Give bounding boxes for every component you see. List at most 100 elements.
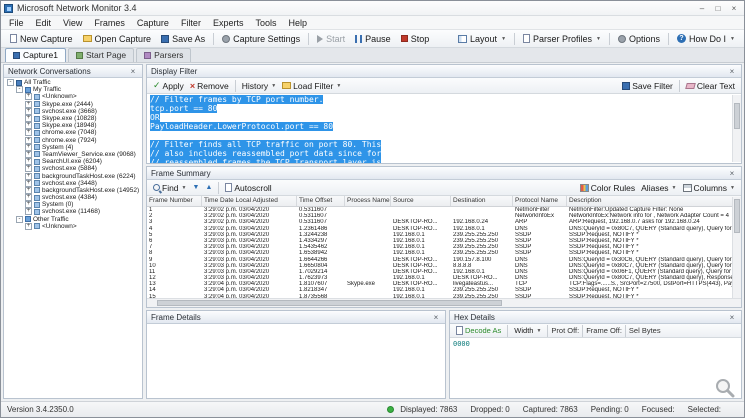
remove-filter-button[interactable]: ×Remove bbox=[187, 81, 232, 91]
expand-icon[interactable]: + bbox=[25, 93, 32, 100]
expand-icon[interactable]: + bbox=[25, 201, 32, 208]
tree-item[interactable]: +svchost.exe (4384) bbox=[4, 194, 142, 201]
expand-icon[interactable]: + bbox=[25, 129, 32, 136]
find-prev-button[interactable]: ▲ bbox=[202, 184, 215, 191]
column-header[interactable]: Protocol Name bbox=[513, 196, 567, 206]
tree-item[interactable]: +svchost.exe (5884) bbox=[4, 165, 142, 172]
find-next-button[interactable]: ▼ bbox=[190, 184, 203, 191]
tree-item[interactable]: +Skype.exe (2444) bbox=[4, 101, 142, 108]
scrollbar-thumb[interactable] bbox=[734, 103, 740, 129]
layout-button[interactable]: Layout▼ bbox=[453, 32, 511, 46]
menu-item-help[interactable]: Help bbox=[282, 17, 313, 29]
pause-button[interactable]: Pause bbox=[350, 32, 396, 46]
menu-item-experts[interactable]: Experts bbox=[207, 17, 250, 29]
column-header[interactable]: Time Date Local Adjusted bbox=[202, 196, 297, 206]
column-header[interactable]: Frame Number bbox=[147, 196, 202, 206]
color-rules-button[interactable]: Color Rules bbox=[577, 183, 638, 193]
parser-profiles-button[interactable]: Parser Profiles▼ bbox=[518, 32, 606, 46]
tree-item[interactable]: +backgroundTaskHost.exe (14952) bbox=[4, 187, 142, 194]
tree-item[interactable]: +svchost.exe (11468) bbox=[4, 208, 142, 215]
expand-icon[interactable]: + bbox=[25, 137, 32, 144]
frame-details-body[interactable] bbox=[147, 324, 445, 398]
tree-item[interactable]: +<Unknown> bbox=[4, 93, 142, 100]
tree-item[interactable]: -Other Traffic bbox=[4, 216, 142, 223]
width-button[interactable]: Width▼ bbox=[511, 326, 544, 335]
tab-capture1[interactable]: Capture1 bbox=[5, 48, 66, 62]
collapse-icon[interactable]: - bbox=[7, 79, 14, 86]
autoscroll-button[interactable]: Autoscroll bbox=[222, 183, 274, 193]
collapse-icon[interactable]: - bbox=[16, 86, 23, 93]
tab-start-page[interactable]: Start Page bbox=[68, 48, 134, 62]
tree-item[interactable]: +backgroundTaskHost.exe (6224) bbox=[4, 172, 142, 179]
expand-icon[interactable]: + bbox=[25, 122, 32, 129]
column-header[interactable]: Description bbox=[567, 196, 741, 206]
how-do-i-button[interactable]: ?How Do I▼ bbox=[672, 32, 740, 46]
hex-details-body[interactable]: 0000 bbox=[450, 338, 741, 398]
menu-item-tools[interactable]: Tools bbox=[249, 17, 282, 29]
decode-as-button[interactable]: Decode As bbox=[453, 326, 504, 335]
tree-item[interactable]: +System (0) bbox=[4, 201, 142, 208]
aliases-button[interactable]: Aliases▼ bbox=[638, 183, 679, 193]
tree-item[interactable]: +TeamViewer_Service.exe (9068) bbox=[4, 151, 142, 158]
menu-item-capture[interactable]: Capture bbox=[131, 17, 175, 29]
collapse-icon[interactable]: - bbox=[16, 216, 23, 223]
column-header[interactable]: Destination bbox=[451, 196, 513, 206]
column-header[interactable]: Time Offset bbox=[297, 196, 345, 206]
menu-item-frames[interactable]: Frames bbox=[88, 17, 131, 29]
menu-item-edit[interactable]: Edit bbox=[30, 17, 58, 29]
tree-item[interactable]: -My Traffic bbox=[4, 86, 142, 93]
start-button[interactable]: Start bbox=[312, 32, 350, 46]
columns-button[interactable]: Columns▼ bbox=[680, 183, 739, 193]
save-filter-button[interactable]: Save Filter bbox=[619, 81, 676, 91]
close-icon[interactable]: × bbox=[128, 67, 138, 76]
options-button[interactable]: Options bbox=[613, 32, 665, 46]
menu-item-file[interactable]: File bbox=[3, 17, 30, 29]
close-icon[interactable]: × bbox=[727, 169, 737, 178]
clear-text-button[interactable]: Clear Text bbox=[683, 81, 738, 91]
frame-vscrollbar[interactable] bbox=[732, 197, 741, 298]
maximize-button[interactable]: □ bbox=[711, 3, 725, 14]
tree-item[interactable]: +Skype.exe (10828) bbox=[4, 115, 142, 122]
tree-item[interactable]: -All Traffic bbox=[4, 79, 142, 86]
column-header[interactable]: Process Name bbox=[345, 196, 391, 206]
close-icon[interactable]: × bbox=[431, 313, 441, 322]
history-button[interactable]: History▼ bbox=[239, 81, 279, 91]
tree-item[interactable]: +<Unknown> bbox=[4, 223, 142, 230]
open-capture-button[interactable]: Open Capture bbox=[78, 32, 157, 46]
tree-item[interactable]: +SearchUI.exe (6204) bbox=[4, 158, 142, 165]
find-button[interactable]: Find▼ bbox=[150, 183, 190, 193]
expand-icon[interactable]: + bbox=[25, 187, 32, 194]
expand-icon[interactable]: + bbox=[25, 173, 32, 180]
scrollbar-thumb[interactable] bbox=[734, 199, 740, 233]
expand-icon[interactable]: + bbox=[25, 208, 32, 215]
expand-icon[interactable]: + bbox=[25, 151, 32, 158]
expand-icon[interactable]: + bbox=[25, 101, 32, 108]
menu-item-view[interactable]: View bbox=[57, 17, 88, 29]
tree-item[interactable]: +svchost.exe (3448) bbox=[4, 180, 142, 187]
apply-filter-button[interactable]: ✓Apply bbox=[150, 80, 187, 91]
tree-item[interactable]: +svchost.exe (3668) bbox=[4, 108, 142, 115]
scrollbar-thumb[interactable] bbox=[157, 300, 502, 306]
frame-hscrollbar[interactable] bbox=[147, 298, 741, 307]
minimize-button[interactable]: – bbox=[695, 3, 709, 14]
expand-icon[interactable]: + bbox=[25, 165, 32, 172]
menu-item-filter[interactable]: Filter bbox=[175, 17, 207, 29]
filter-editor[interactable]: // Filter frames by TCP port number.tcp.… bbox=[147, 94, 741, 163]
expand-icon[interactable]: + bbox=[25, 223, 32, 230]
new-capture-button[interactable]: New Capture bbox=[5, 32, 78, 46]
expand-icon[interactable]: + bbox=[25, 180, 32, 187]
close-icon[interactable]: × bbox=[727, 67, 737, 76]
expand-icon[interactable]: + bbox=[25, 144, 32, 151]
expand-icon[interactable]: + bbox=[25, 158, 32, 165]
close-button[interactable]: × bbox=[727, 3, 741, 14]
filter-scrollbar[interactable] bbox=[732, 95, 741, 162]
expand-icon[interactable]: + bbox=[25, 115, 32, 122]
tree-item[interactable]: +chrome.exe (7048) bbox=[4, 129, 142, 136]
tree-item[interactable]: +System (4) bbox=[4, 144, 142, 151]
expand-icon[interactable]: + bbox=[25, 194, 32, 201]
column-header[interactable]: Source bbox=[391, 196, 451, 206]
close-icon[interactable]: × bbox=[727, 313, 737, 322]
capture-settings-button[interactable]: Capture Settings bbox=[217, 32, 305, 46]
load-filter-button[interactable]: Load Filter▼ bbox=[279, 81, 344, 91]
save-as-button[interactable]: Save As bbox=[156, 32, 210, 46]
